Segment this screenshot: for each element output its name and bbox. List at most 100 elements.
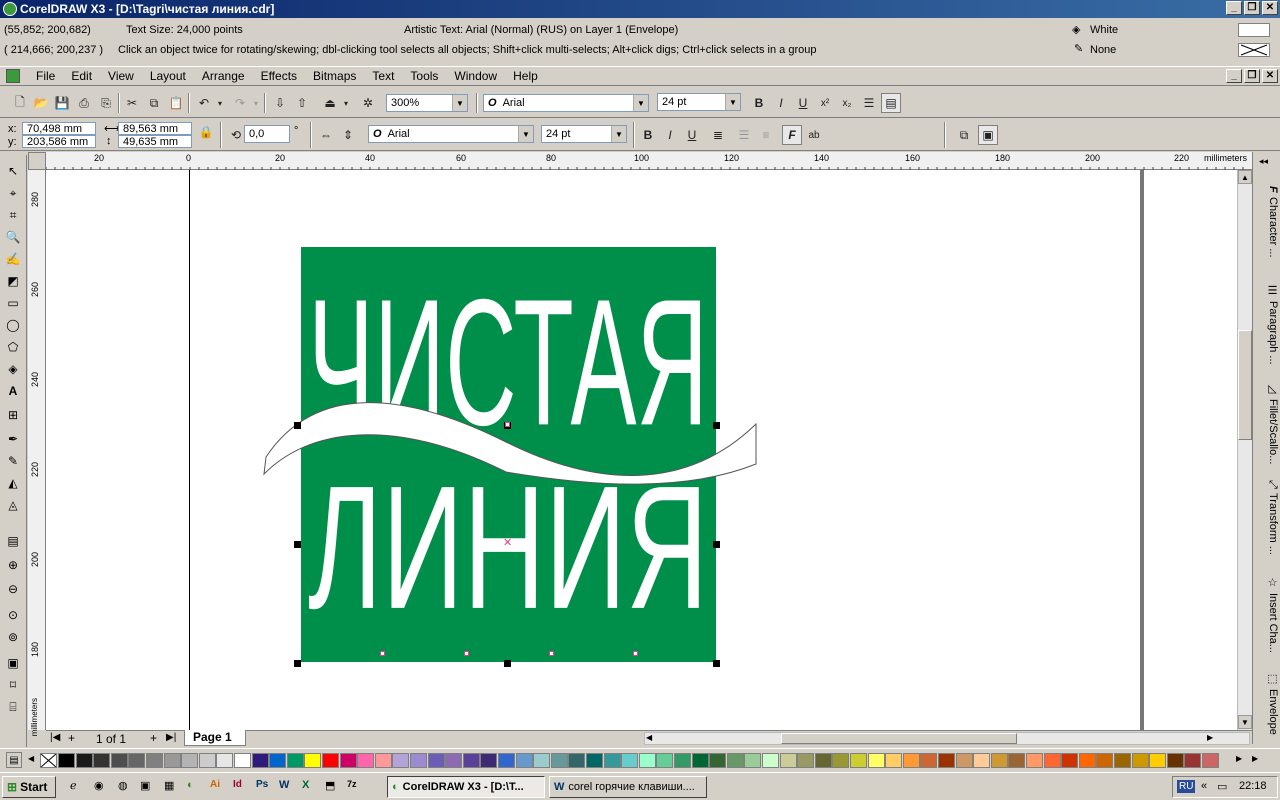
color-swatch[interactable] — [709, 753, 727, 768]
tray-expand-icon[interactable]: « — [1201, 780, 1207, 792]
menu-edit[interactable]: Edit — [63, 69, 100, 83]
color-swatch[interactable] — [533, 753, 551, 768]
color-swatch[interactable] — [515, 753, 533, 768]
color-swatch[interactable] — [691, 753, 709, 768]
color-swatch[interactable] — [603, 753, 621, 768]
color-swatch[interactable] — [445, 753, 463, 768]
fill-swatch[interactable] — [1238, 23, 1270, 37]
color-swatch[interactable] — [357, 753, 375, 768]
color-swatch[interactable] — [656, 753, 674, 768]
menu-file[interactable]: File — [28, 69, 63, 83]
color-swatch[interactable] — [181, 753, 199, 768]
close-button[interactable]: ✕ — [1262, 1, 1278, 15]
color-swatch[interactable] — [480, 753, 498, 768]
color-swatch[interactable] — [1202, 753, 1219, 768]
add-page-before-icon[interactable]: + — [68, 731, 75, 745]
new-icon[interactable]: 🗋 — [10, 93, 30, 113]
docker-tab-character[interactable]: F Character ... — [1255, 186, 1279, 257]
color-swatch[interactable] — [427, 753, 445, 768]
color-swatch[interactable] — [498, 753, 515, 768]
color-swatch[interactable] — [251, 753, 269, 768]
last-page-icon[interactable]: ▶| — [166, 732, 176, 743]
character-formatting-icon[interactable]: F — [782, 125, 802, 145]
collapse-dockers-icon[interactable]: ◂◂ — [1259, 156, 1268, 167]
quicklaunch-app-icon[interactable]: ▣ — [140, 779, 150, 792]
quicklaunch-app2-icon[interactable]: ⬒ — [325, 779, 335, 792]
menu-tools[interactable]: Tools — [402, 69, 446, 83]
color-swatch[interactable] — [1061, 753, 1079, 768]
pick-tool-icon[interactable]: ↖ — [3, 161, 23, 181]
mirror-vertical-icon[interactable]: ⇕ — [338, 125, 358, 145]
save-icon[interactable]: 💾 — [52, 93, 72, 113]
quicklaunch-illustrator-icon[interactable]: Ai — [210, 779, 220, 790]
menu-arrange[interactable]: Arrange — [194, 69, 253, 83]
y-position-field[interactable]: 203,586 mm — [22, 135, 96, 148]
color-swatch[interactable] — [110, 753, 128, 768]
drawing-canvas[interactable]: ЧИСТАЯ ЛИНИЯ ✕ — [46, 170, 1252, 730]
polygon-tool-icon[interactable]: ⬠ — [3, 337, 23, 357]
eyedropper-tool-icon[interactable]: ✒ — [3, 429, 23, 449]
envelope-node[interactable] — [380, 651, 385, 656]
hscroll-thumb[interactable] — [781, 733, 1017, 744]
scroll-left-icon[interactable]: ◀ — [646, 733, 652, 742]
redo-dropdown-icon[interactable]: ▾ — [246, 93, 266, 113]
color-swatch[interactable] — [304, 753, 322, 768]
docker-tab-paragraph[interactable]: ☰ Paragraph ... — [1255, 284, 1279, 365]
quicklaunch-firefox-icon[interactable]: ◍ — [118, 779, 128, 792]
edit-text-ab-icon[interactable]: ab — [804, 125, 824, 145]
color-swatch[interactable] — [920, 753, 938, 768]
color-swatch[interactable] — [128, 753, 146, 768]
scroll-down-icon[interactable]: ▼ — [1238, 715, 1252, 729]
document-icon[interactable] — [6, 69, 20, 83]
font-size-select[interactable]: 24 pt ▼ — [541, 125, 627, 143]
color-swatch[interactable] — [550, 753, 568, 768]
docker-tab-transform[interactable]: ⤢ Transform ... — [1255, 480, 1279, 555]
quicklaunch-coreldraw-icon[interactable]: ◐ — [187, 779, 194, 791]
crop-tool-icon[interactable]: ⌗ — [3, 205, 23, 225]
launcher-dropdown-icon[interactable]: ▾ — [336, 93, 356, 113]
quicklaunch-excel-icon[interactable]: X — [302, 779, 309, 791]
zoom-page-icon[interactable]: ▣ — [3, 653, 23, 673]
italic-icon[interactable]: I — [660, 125, 680, 145]
envelope-node[interactable] — [549, 651, 554, 656]
selection-handle[interactable] — [713, 422, 720, 429]
horizontal-ruler[interactable]: 20 0 20 40 60 80 100 120 140 160 180 200… — [46, 152, 1252, 170]
outline-swatch[interactable] — [1238, 43, 1270, 57]
color-swatch[interactable] — [744, 753, 762, 768]
color-swatch[interactable] — [1043, 753, 1061, 768]
subscript-icon[interactable]: x₂ — [837, 93, 857, 113]
superscript-icon[interactable]: x² — [815, 93, 835, 113]
bullet-list-icon[interactable]: ☰ — [734, 125, 754, 145]
freehand-tool-icon[interactable]: ✍ — [3, 249, 23, 269]
width-field[interactable]: 89,563 mm — [118, 122, 192, 135]
quicklaunch-7zip-icon[interactable]: 7z — [347, 779, 357, 789]
horizontal-scrollbar[interactable]: ◀ ▶ — [644, 732, 1250, 745]
to-back-icon[interactable]: ▣ — [978, 125, 998, 145]
color-swatch[interactable] — [1008, 753, 1026, 768]
palette-expand-icon[interactable]: ▶ — [1252, 754, 1258, 763]
selection-handle[interactable] — [713, 660, 720, 667]
doc-minimize-button[interactable]: _ — [1226, 69, 1242, 83]
ruler-corner[interactable] — [28, 152, 46, 170]
color-swatch[interactable] — [1026, 753, 1043, 768]
color-swatch[interactable] — [990, 753, 1008, 768]
ellipse-tool-icon[interactable]: ◯ — [3, 315, 23, 335]
outline-tool-icon[interactable]: ✎ — [3, 451, 23, 471]
color-swatch[interactable] — [832, 753, 850, 768]
color-swatch[interactable] — [762, 753, 779, 768]
color-swatch[interactable] — [674, 753, 691, 768]
color-swatch[interactable] — [955, 753, 973, 768]
color-swatch[interactable] — [1149, 753, 1167, 768]
mirror-horizontal-icon[interactable]: ⇔ — [316, 125, 336, 145]
color-swatch[interactable] — [269, 753, 287, 768]
color-swatch[interactable] — [938, 753, 955, 768]
color-swatch[interactable] — [850, 753, 867, 768]
copy-icon[interactable]: ⧉ — [144, 93, 164, 113]
bold-icon[interactable]: B — [638, 125, 658, 145]
color-swatch[interactable] — [902, 753, 920, 768]
drop-cap-icon[interactable]: ≡ — [756, 125, 776, 145]
envelope-node[interactable] — [464, 651, 469, 656]
color-swatch[interactable] — [58, 753, 75, 768]
undo-dropdown-icon[interactable]: ▾ — [210, 93, 230, 113]
interactive-blend-tool-icon[interactable]: ⊞ — [3, 405, 23, 425]
